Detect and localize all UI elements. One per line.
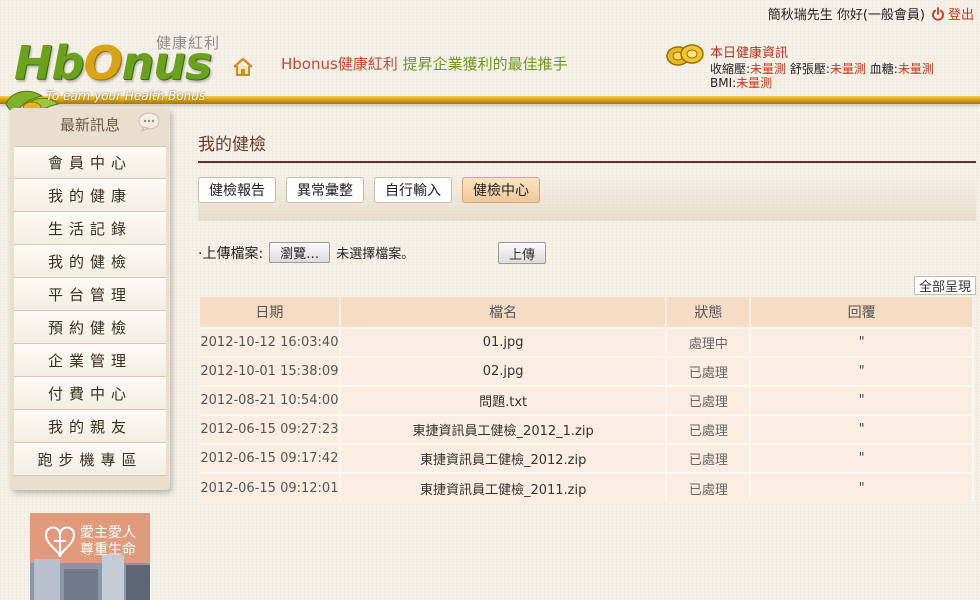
column-header-date[interactable]: 日期 [200,297,341,328]
show-all-button[interactable]: 全部呈現 [914,276,976,295]
user-bar: 簡秋瑞先生 你好(一般會員) 登出 [768,4,974,23]
cell-date: 2012-10-01 15:38:09 [200,356,341,386]
cell-reply: " [750,414,974,444]
upload-row: ·上傳檔案: 瀏覽… 未選擇檔案。 [198,242,414,263]
cell-filename[interactable]: 東捷資訊員工健檢_2012_1.zip [339,414,668,444]
table-row[interactable]: 2012-08-21 10:54:00 問題.txt 已處理 " [200,385,974,415]
sidebar-item-my-checkup[interactable]: 我的健檢 [14,245,166,278]
tab-bar: 健檢報告 異常彙整 自行輸入 健檢中心 [198,175,976,221]
coins-icon [666,44,704,66]
cell-reply: " [750,443,974,473]
promo-line-1: 愛主愛人 [80,525,136,541]
tab-manual-input[interactable]: 自行輸入 [374,177,452,203]
bmi-value: 未量測 [736,76,773,90]
browse-file-button[interactable]: 瀏覽… [269,242,331,263]
chat-bubble-icon [138,112,160,132]
main-content: 我的健檢 健檢報告 異常彙整 自行輸入 健檢中心 ·上傳檔案: 瀏覽… 未選擇檔… [198,130,976,502]
sidebar-item-my-health[interactable]: 我的健康 [14,179,166,212]
sidebar: 最新訊息 會員中心 我的健康 生活記錄 我的健檢 平台管理 預約健檢 企業管理 … [10,108,170,490]
cell-date: 2012-08-21 10:54:00 [200,385,341,415]
column-header-status[interactable]: 狀態 [666,297,752,328]
logo-wordmark: HbOnus [14,36,212,90]
cell-date: 2012-06-15 09:12:01 [200,472,341,502]
tab-checkup-report[interactable]: 健檢報告 [198,177,276,203]
sidebar-item-enterprise-admin[interactable]: 企業管理 [14,344,166,377]
cell-date: 2012-10-12 16:03:40 [200,327,341,357]
diastolic-value: 未量測 [829,62,866,76]
logout-button[interactable]: 登出 [931,4,974,23]
sidebar-item-payment-center[interactable]: 付費中心 [14,377,166,410]
sidebar-item-book-checkup[interactable]: 預約健檢 [14,311,166,344]
header: 健康紅利 HbOnus Hbonus健康紅利 提昇企業獲利的最佳推手 簡秋瑞先生… [0,0,980,119]
sidebar-item-platform-admin[interactable]: 平台管理 [14,278,166,311]
cell-reply: " [750,356,974,386]
no-file-selected-text: 未選擇檔案。 [336,247,415,262]
cell-status: 已處理 [666,385,752,415]
cell-filename[interactable]: 01.jpg [339,327,668,357]
sidebar-menu: 會員中心 我的健康 生活記錄 我的健檢 平台管理 預約健檢 企業管理 付費中心 … [14,146,166,476]
health-info-line-1: 收縮壓:未量測 舒張壓:未量測 血糖:未量測 [710,62,934,76]
power-icon [932,6,944,21]
column-header-reply[interactable]: 回覆 [750,297,974,328]
table-row[interactable]: 2012-10-12 16:03:40 01.jpg 處理中 " [200,327,974,357]
blood-sugar-value: 未量測 [897,62,934,76]
cell-status: 已處理 [666,443,752,473]
health-info-title: 本日健康資訊 [710,46,789,61]
cell-status: 已處理 [666,356,752,386]
table-row[interactable]: 2012-06-15 09:17:42 東捷資訊員工健檢_2012.zip 已處… [200,443,974,473]
table-row[interactable]: 2012-06-15 09:12:01 東捷資訊員工健檢_2011.zip 已處… [200,472,974,502]
table-header-row: 日期 檔名 狀態 回覆 [200,297,974,328]
user-greeting: 簡秋瑞先生 你好(一般會員) [767,8,925,23]
cell-reply: " [750,472,974,502]
upload-file-label: ·上傳檔案: [198,245,264,262]
upload-button[interactable]: 上傳 [498,242,546,264]
table-row[interactable]: 2012-10-01 15:38:09 02.jpg 已處理 " [200,356,974,386]
table-row[interactable]: 2012-06-15 09:27:23 東捷資訊員工健檢_2012_1.zip … [200,414,974,444]
cell-reply: " [750,385,974,415]
sidebar-item-life-record[interactable]: 生活記錄 [14,212,166,245]
home-icon[interactable] [232,57,254,77]
sidebar-item-treadmill-zone[interactable]: 跑步機專區 [14,443,166,476]
systolic-value: 未量測 [750,62,787,76]
cell-filename[interactable]: 東捷資訊員工健檢_2011.zip [339,472,668,502]
latest-news-label: 最新訊息 [59,115,120,134]
cell-filename[interactable]: 問題.txt [339,385,668,415]
cell-filename[interactable]: 東捷資訊員工健檢_2012.zip [339,443,668,473]
cell-filename[interactable]: 02.jpg [339,356,668,386]
cell-status: 已處理 [666,414,752,444]
cell-date: 2012-06-15 09:17:42 [200,443,341,473]
tab-abnormal-summary[interactable]: 異常彙整 [286,177,364,203]
cell-date: 2012-06-15 09:27:23 [200,414,341,444]
page-title: 我的健檢 [198,130,976,163]
logo-tagline: To earn your Health Bonus [46,89,206,103]
uploaded-files-table: 日期 檔名 狀態 回覆 2012-10-12 16:03:40 01.jpg 處… [200,297,974,502]
cell-status: 處理中 [666,327,752,357]
promo-line-2: 尊重生命 [80,542,136,558]
sidebar-item-my-friends[interactable]: 我的親友 [14,410,166,443]
column-header-filename[interactable]: 檔名 [339,297,668,328]
tab-checkup-center[interactable]: 健檢中心 [462,177,540,203]
health-info-line-2: BMI:未量測 [710,76,773,90]
slogan: Hbonus健康紅利 提昇企業獲利的最佳推手 [281,55,568,73]
hospital-promo-banner[interactable]: 愛主愛人 尊重生命 [30,513,150,600]
cell-reply: " [750,327,974,357]
sidebar-item-member-center[interactable]: 會員中心 [14,146,166,179]
cell-status: 已處理 [666,472,752,502]
